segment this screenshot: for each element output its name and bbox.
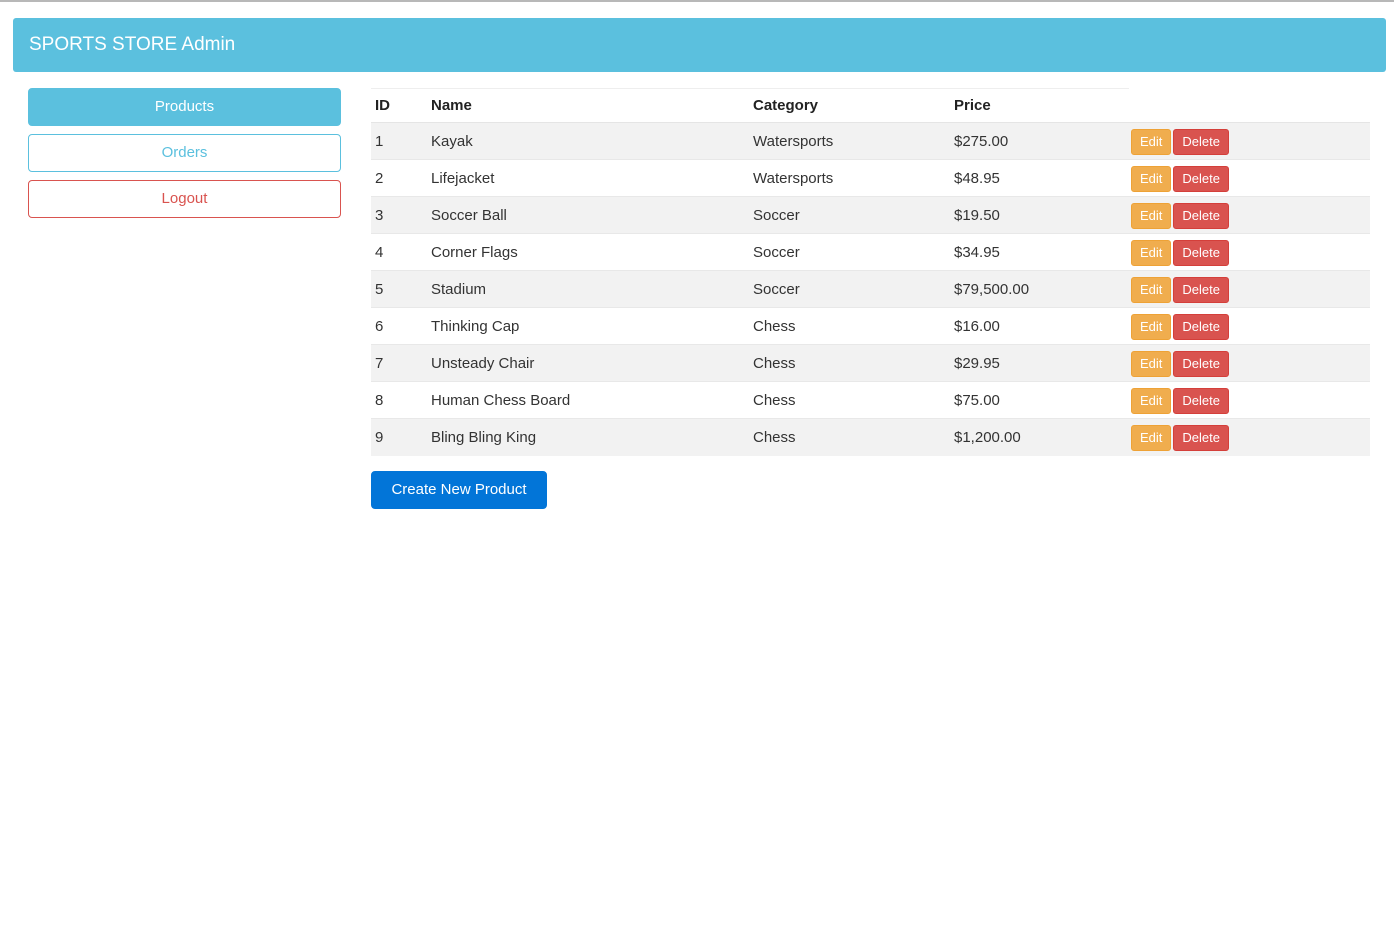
- edit-button[interactable]: Edit: [1131, 314, 1172, 340]
- edit-button[interactable]: Edit: [1131, 425, 1172, 452]
- cell-actions: Edit Delete: [1129, 122, 1370, 160]
- cell-id: 1: [371, 122, 427, 160]
- cell-id: 4: [371, 233, 427, 271]
- cell-price: $1,200.00: [950, 418, 1129, 456]
- cell-price: $19.50: [950, 196, 1129, 234]
- app-header: SPORTS STORE Admin: [13, 18, 1386, 72]
- cell-id: 9: [371, 418, 427, 456]
- cell-name: Corner Flags: [427, 233, 749, 271]
- edit-button[interactable]: Edit: [1131, 203, 1172, 229]
- column-header-actions: [1129, 88, 1370, 123]
- cell-price: $75.00: [950, 381, 1129, 419]
- column-header-price: Price: [950, 88, 1129, 123]
- column-header-id: ID: [371, 88, 427, 123]
- delete-button[interactable]: Delete: [1173, 203, 1229, 229]
- cell-price: $79,500.00: [950, 270, 1129, 308]
- products-table: ID Name Category Price 1 Kayak Watersports…: [371, 88, 1370, 456]
- table-row: 1 Kayak Watersports $275.00 Edit Delete: [371, 122, 1370, 160]
- column-header-name: Name: [427, 88, 749, 123]
- products-nav-button[interactable]: Products: [28, 88, 341, 126]
- cell-actions: Edit Delete: [1129, 159, 1370, 197]
- delete-button[interactable]: Delete: [1173, 129, 1229, 155]
- cell-category: Chess: [749, 344, 950, 382]
- delete-button[interactable]: Delete: [1173, 166, 1229, 192]
- app-title: SPORTS STORE Admin: [29, 34, 236, 55]
- cell-category: Watersports: [749, 122, 950, 160]
- cell-name: Thinking Cap: [427, 307, 749, 345]
- cell-actions: Edit Delete: [1129, 270, 1370, 308]
- cell-actions: Edit Delete: [1129, 196, 1370, 234]
- cell-name: Soccer Ball: [427, 196, 749, 234]
- orders-nav-button[interactable]: Orders: [28, 134, 341, 172]
- table-row: 2 Lifejacket Watersports $48.95 Edit Delete: [371, 159, 1370, 197]
- cell-price: $29.95: [950, 344, 1129, 382]
- cell-actions: Edit Delete: [1129, 418, 1370, 456]
- table-row: 4 Corner Flags Soccer $34.95 Edit Delete: [371, 233, 1370, 271]
- cell-actions: Edit Delete: [1129, 307, 1370, 345]
- cell-category: Watersports: [749, 159, 950, 197]
- edit-button[interactable]: Edit: [1131, 129, 1172, 155]
- column-header-category: Category: [749, 88, 950, 123]
- table-row: 5 Stadium Soccer $79,500.00 Edit Delete: [371, 270, 1370, 308]
- table-row: 3 Soccer Ball Soccer $19.50 Edit Delete: [371, 196, 1370, 234]
- edit-button[interactable]: Edit: [1131, 351, 1172, 377]
- edit-button[interactable]: Edit: [1131, 277, 1172, 303]
- cell-price: $16.00: [950, 307, 1129, 345]
- table-row: 7 Unsteady Chair Chess $29.95 Edit Delete: [371, 344, 1370, 382]
- cell-actions: Edit Delete: [1129, 233, 1370, 271]
- delete-button[interactable]: Delete: [1173, 425, 1229, 452]
- cell-category: Chess: [749, 381, 950, 419]
- cell-category: Soccer: [749, 270, 950, 308]
- cell-name: Kayak: [427, 122, 749, 160]
- cell-name: Unsteady Chair: [427, 344, 749, 382]
- cell-category: Chess: [749, 307, 950, 345]
- cell-actions: Edit Delete: [1129, 344, 1370, 382]
- table-row: 6 Thinking Cap Chess $16.00 Edit Delete: [371, 307, 1370, 345]
- delete-button[interactable]: Delete: [1173, 351, 1229, 377]
- cell-id: 3: [371, 196, 427, 234]
- cell-price: $275.00: [950, 122, 1129, 160]
- delete-button[interactable]: Delete: [1173, 314, 1229, 340]
- cell-id: 8: [371, 381, 427, 419]
- cell-name: Human Chess Board: [427, 381, 749, 419]
- delete-button[interactable]: Delete: [1173, 388, 1229, 414]
- table-header-row: ID Name Category Price: [371, 88, 1370, 123]
- top-divider: [0, 0, 1394, 2]
- cell-name: Bling Bling King: [427, 418, 749, 456]
- cell-actions: Edit Delete: [1129, 381, 1370, 419]
- delete-button[interactable]: Delete: [1173, 240, 1229, 266]
- cell-id: 5: [371, 270, 427, 308]
- cell-id: 6: [371, 307, 427, 345]
- logout-button[interactable]: Logout: [28, 180, 341, 218]
- cell-id: 7: [371, 344, 427, 382]
- edit-button[interactable]: Edit: [1131, 166, 1172, 192]
- edit-button[interactable]: Edit: [1131, 240, 1172, 266]
- cell-price: $48.95: [950, 159, 1129, 197]
- edit-button[interactable]: Edit: [1131, 388, 1172, 414]
- cell-category: Soccer: [749, 233, 950, 271]
- delete-button[interactable]: Delete: [1173, 277, 1229, 303]
- create-new-product-button[interactable]: Create New Product: [371, 471, 547, 509]
- cell-name: Lifejacket: [427, 159, 749, 197]
- cell-category: Chess: [749, 418, 950, 456]
- cell-name: Stadium: [427, 270, 749, 308]
- cell-category: Soccer: [749, 196, 950, 234]
- cell-id: 2: [371, 159, 427, 197]
- table-row: 9 Bling Bling King Chess $1,200.00 Edit Delet…: [371, 418, 1370, 456]
- table-row: 8 Human Chess Board Chess $75.00 Edit Delete: [371, 381, 1370, 419]
- cell-price: $34.95: [950, 233, 1129, 271]
